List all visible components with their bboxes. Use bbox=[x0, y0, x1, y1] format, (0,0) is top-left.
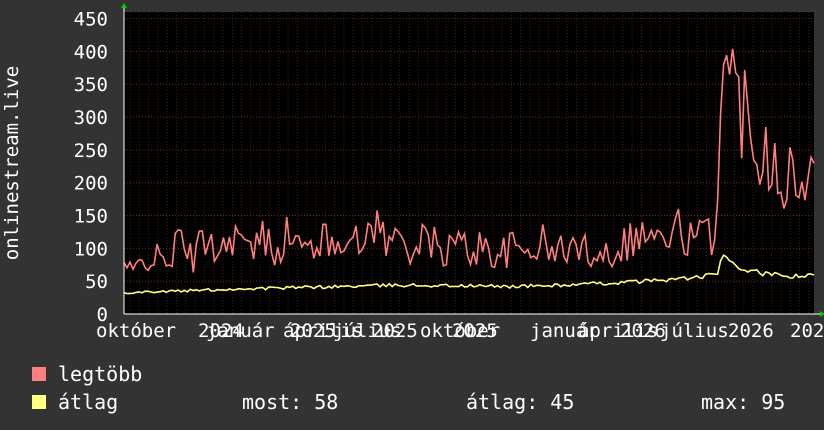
y-tick-label: 50 bbox=[85, 271, 108, 293]
x-tick-label: január bbox=[206, 320, 275, 342]
y-axis-label: onlinestream.live bbox=[1, 66, 23, 260]
x-axis-arrow bbox=[820, 311, 824, 317]
x-tick-label: 2026 bbox=[620, 320, 666, 342]
plot-background bbox=[124, 12, 814, 314]
y-tick-label: 200 bbox=[74, 173, 108, 195]
chart: 050100150200250300350400450 október 2024j… bbox=[1, 3, 824, 342]
x-tick-label: 2026 bbox=[790, 320, 824, 342]
x-tick-label: 2025 bbox=[452, 320, 498, 342]
x-tick-label: 2025 bbox=[290, 320, 336, 342]
y-tick-label: 150 bbox=[74, 206, 108, 228]
y-tick-label: 450 bbox=[74, 9, 108, 31]
y-tick-label: 400 bbox=[74, 41, 108, 63]
y-tick-label: 250 bbox=[74, 140, 108, 162]
y-tick-labels: 050100150200250300350400450 bbox=[74, 9, 108, 326]
x-tick-label: július bbox=[660, 320, 729, 342]
x-tick-label: 2025 bbox=[372, 320, 418, 342]
x-tick-label: 2026 bbox=[728, 320, 774, 342]
y-axis-arrow bbox=[121, 3, 127, 8]
y-tick-label: 350 bbox=[74, 74, 108, 96]
x-tick-labels: október 2024január április2025július2025 ok… bbox=[96, 320, 824, 342]
x-tick-label: október bbox=[96, 320, 176, 342]
y-tick-label: 100 bbox=[74, 238, 108, 260]
y-tick-label: 300 bbox=[74, 107, 108, 129]
